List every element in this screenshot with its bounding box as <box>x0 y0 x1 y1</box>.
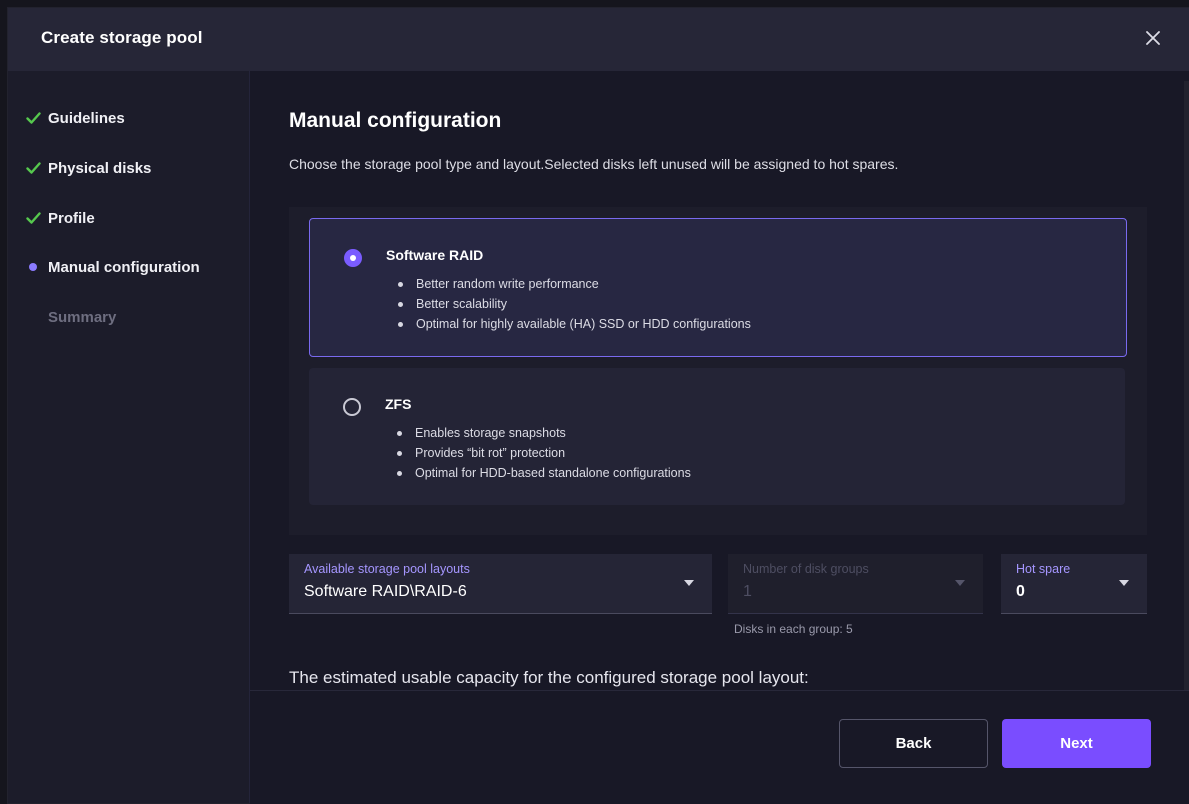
list-item: Better random write performance <box>398 274 751 294</box>
current-step-dot-icon <box>29 263 37 271</box>
back-button[interactable]: Back <box>839 719 988 768</box>
step-label: Profile <box>48 209 95 227</box>
pool-type-options: Software RAID Better random write perfor… <box>289 207 1147 535</box>
wizard-steps-sidebar: Guidelines Physical disks Profile Manual… <box>8 71 250 803</box>
option-zfs[interactable]: ZFS Enables storage snapshots Provides “… <box>309 368 1125 505</box>
radio-selected-icon[interactable] <box>344 249 362 267</box>
disk-groups-select: Number of disk groups 1 <box>728 554 983 614</box>
dialog-header: Create storage pool <box>8 8 1189 71</box>
capacity-text: The estimated usable capacity for the co… <box>289 668 809 687</box>
select-value: Software RAID\RAID-6 <box>304 583 467 600</box>
page-description: Choose the storage pool type and layout.… <box>289 156 899 172</box>
chevron-down-icon <box>1119 580 1129 586</box>
page-title: Manual configuration <box>289 109 502 132</box>
scrollbar[interactable] <box>1184 81 1189 690</box>
main-content: Manual configuration Choose the storage … <box>250 71 1189 690</box>
step-summary: Summary <box>26 305 116 329</box>
close-button[interactable] <box>1139 24 1167 52</box>
close-icon <box>1146 31 1160 45</box>
dialog-title: Create storage pool <box>41 28 203 47</box>
step-profile[interactable]: Profile <box>26 206 95 230</box>
option-features: Better random write performance Better s… <box>398 274 751 334</box>
select-value: 1 <box>743 583 752 600</box>
checkmark-icon <box>26 162 48 174</box>
list-item: Optimal for HDD-based standalone configu… <box>397 463 691 483</box>
list-item: Provides “bit rot” protection <box>397 443 691 463</box>
option-name: ZFS <box>385 396 412 412</box>
storage-pool-layout-select[interactable]: Available storage pool layouts Software … <box>289 554 712 614</box>
step-label: Summary <box>48 308 117 326</box>
step-label: Guidelines <box>48 109 125 127</box>
list-item: Enables storage snapshots <box>397 423 691 443</box>
step-label: Physical disks <box>48 159 152 177</box>
create-storage-pool-dialog: Create storage pool Guidelines Physical … <box>8 8 1189 804</box>
disks-per-group-helper: Disks in each group: 5 <box>734 622 853 636</box>
chevron-down-icon <box>684 580 694 586</box>
option-features: Enables storage snapshots Provides “bit … <box>397 423 691 483</box>
list-item: Optimal for highly available (HA) SSD or… <box>398 314 751 334</box>
checkmark-icon <box>26 212 48 224</box>
chevron-down-icon <box>955 580 965 586</box>
step-label: Manual configuration <box>48 258 200 276</box>
hot-spare-select[interactable]: Hot spare 0 <box>1001 554 1147 614</box>
step-guidelines[interactable]: Guidelines <box>26 106 125 130</box>
list-item: Better scalability <box>398 294 751 314</box>
checkmark-icon <box>26 112 48 124</box>
select-label: Number of disk groups <box>743 562 869 576</box>
option-name: Software RAID <box>386 247 484 263</box>
step-manual-configuration[interactable]: Manual configuration <box>26 255 200 279</box>
option-software-raid[interactable]: Software RAID Better random write perfor… <box>309 218 1127 357</box>
select-value: 0 <box>1016 583 1025 600</box>
dialog-footer: Back Next <box>250 690 1189 804</box>
step-physical-disks[interactable]: Physical disks <box>26 156 151 180</box>
next-button[interactable]: Next <box>1002 719 1151 768</box>
select-label: Hot spare <box>1016 562 1071 576</box>
select-label: Available storage pool layouts <box>304 562 470 576</box>
radio-unselected-icon[interactable] <box>343 398 361 416</box>
